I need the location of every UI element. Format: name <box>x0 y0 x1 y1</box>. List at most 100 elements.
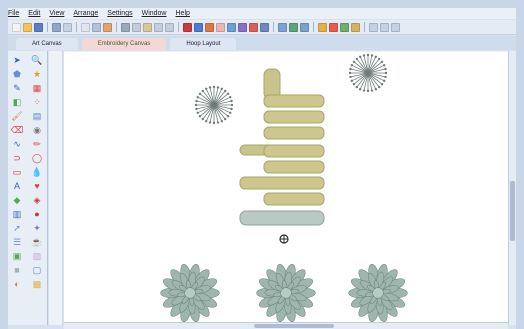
polygon-icon[interactable]: ⬟ <box>11 69 23 80</box>
burst-tip <box>349 75 352 79</box>
chart-icon[interactable]: ▥ <box>11 209 23 220</box>
lock-icon[interactable] <box>351 22 360 32</box>
gradient-icon[interactable]: ▨ <box>31 251 43 262</box>
cup-icon[interactable]: ☕ <box>31 237 43 248</box>
select-arrow-icon[interactable]: ➤ <box>11 55 23 66</box>
flower-motif-1[interactable] <box>160 263 220 323</box>
stitch-simulator-icon[interactable] <box>249 22 258 32</box>
color-swatch-icon[interactable]: ▩ <box>31 279 43 290</box>
text-icon[interactable]: A <box>11 181 23 192</box>
grid-toggle-icon[interactable] <box>260 22 269 32</box>
grid-icon[interactable]: ▦ <box>31 83 43 94</box>
layers-icon[interactable]: ☰ <box>11 237 23 248</box>
menu-arrange[interactable]: Arrange <box>73 10 98 17</box>
burst-tip <box>204 120 208 123</box>
new-file-icon[interactable] <box>12 22 21 32</box>
save-icon[interactable] <box>34 22 43 32</box>
ungroup-icon[interactable] <box>300 22 309 32</box>
object-properties-icon[interactable] <box>318 22 327 32</box>
stamp-icon[interactable]: ◉ <box>31 125 43 136</box>
magnet-icon[interactable]: ⊃ <box>11 153 23 164</box>
zoom-icon[interactable]: 🔍 <box>31 55 43 66</box>
burst-tip <box>230 103 234 107</box>
open-folder-icon[interactable] <box>23 22 32 32</box>
heart-icon[interactable]: ♥ <box>31 181 43 192</box>
color-icon[interactable] <box>205 22 214 32</box>
flower-motif-2[interactable] <box>256 263 316 323</box>
burst-tip <box>194 103 198 107</box>
eraser-icon[interactable]: ⌫ <box>11 125 24 136</box>
menu-edit[interactable]: Edit <box>28 10 40 17</box>
tab-art-canvas[interactable]: Art Canvas <box>16 38 78 50</box>
table-icon[interactable]: ▤ <box>31 111 43 122</box>
burst-motif-left[interactable] <box>194 85 234 125</box>
block-icon[interactable]: ■ <box>11 265 23 276</box>
design-icon[interactable] <box>216 22 225 32</box>
toolbar-separator <box>47 22 48 32</box>
burst-tip <box>374 55 378 58</box>
rounded-box-icon[interactable]: ▢ <box>31 265 43 276</box>
menu-help[interactable]: Help <box>176 10 190 17</box>
vertical-scrollbar[interactable] <box>508 51 516 325</box>
send-icon[interactable] <box>81 22 90 32</box>
tab-embroidery-canvas[interactable]: Embroidery Canvas <box>81 38 167 50</box>
menu-settings[interactable]: Settings <box>107 10 132 17</box>
export-icon[interactable] <box>103 22 112 32</box>
thread-chart-icon[interactable] <box>329 22 338 32</box>
menu-bar: File Edit View Arrange Settings Window H… <box>8 8 516 19</box>
apple-icon[interactable]: ● <box>31 209 43 220</box>
group-icon[interactable] <box>289 22 298 32</box>
gem-icon[interactable]: ◈ <box>31 195 43 206</box>
tab-hoop-layout[interactable]: Hoop Layout <box>170 38 237 50</box>
fill-icon[interactable]: ◧ <box>11 97 23 108</box>
print-icon[interactable] <box>63 22 72 32</box>
pen-icon[interactable]: ✎ <box>11 83 23 94</box>
hoop-icon[interactable] <box>194 22 203 32</box>
zoom-fit-icon[interactable] <box>391 22 400 32</box>
rectangle-icon[interactable]: ▭ <box>11 167 23 178</box>
cut-icon[interactable] <box>121 22 130 32</box>
palette-icon[interactable]: ◐ <box>11 279 23 290</box>
burst-tip <box>224 117 227 121</box>
burst-tip <box>212 121 216 125</box>
menu-view[interactable]: View <box>49 10 64 17</box>
tool-palette: ➤ 🔍 ⬟ ★ ✎ ▦ ◧ ⁘ 🖌 ▤ ⌫ ◉ ∿ ✏ ⊃ ◯ ▭ 💧 A ♥ ◆ ◈ ▥ ● ➚ ✦ ☰ ☕ ▣ ▨ ■ ▢ ◐ ▩ <box>8 51 48 325</box>
horizontal-scroll-thumb[interactable] <box>254 324 334 328</box>
menu-file[interactable]: File <box>8 10 19 17</box>
letter-f-bar <box>263 94 325 108</box>
faith-lettering[interactable] <box>239 68 325 244</box>
burst-tip <box>384 75 387 79</box>
wand-icon[interactable]: ✦ <box>31 223 43 234</box>
dots-icon[interactable]: ⁘ <box>31 97 43 108</box>
burst-motif-right[interactable] <box>348 53 388 93</box>
star-icon[interactable]: ★ <box>31 69 43 80</box>
realistic-view-icon[interactable] <box>238 22 247 32</box>
preview-icon[interactable] <box>227 22 236 32</box>
curve-icon[interactable]: ∿ <box>11 139 23 150</box>
redo-icon[interactable] <box>165 22 174 32</box>
pencil-icon[interactable]: ✏ <box>31 139 43 150</box>
paste-icon[interactable] <box>143 22 152 32</box>
zoom-out-icon[interactable] <box>380 22 389 32</box>
print-preview-icon[interactable] <box>52 22 61 32</box>
horizontal-scrollbar[interactable] <box>64 322 508 329</box>
vertical-scroll-thumb[interactable] <box>510 181 515 241</box>
brush-icon[interactable]: 🖌 <box>11 111 23 122</box>
align-icon[interactable] <box>278 22 287 32</box>
flower-motif-3[interactable] <box>348 263 408 323</box>
copy-icon[interactable] <box>132 22 141 32</box>
paint-drop-icon[interactable]: 💧 <box>31 167 43 178</box>
stitch-icon[interactable] <box>183 22 192 32</box>
embroidery-canvas[interactable] <box>64 51 508 325</box>
undo-icon[interactable] <box>154 22 163 32</box>
zoom-in-icon[interactable] <box>369 22 378 32</box>
arrow-icon[interactable]: ➚ <box>11 223 23 234</box>
import-icon[interactable] <box>92 22 101 32</box>
menu-window[interactable]: Window <box>142 10 167 17</box>
layer-icon[interactable] <box>340 22 349 32</box>
shape-icon[interactable]: ◆ <box>11 195 23 206</box>
canvas-tabs: Art Canvas Embroidery Canvas Hoop Layout <box>8 36 516 50</box>
burst-tip <box>384 67 387 71</box>
photo-icon[interactable]: ▣ <box>11 251 23 262</box>
circle-icon[interactable]: ◯ <box>31 153 43 164</box>
